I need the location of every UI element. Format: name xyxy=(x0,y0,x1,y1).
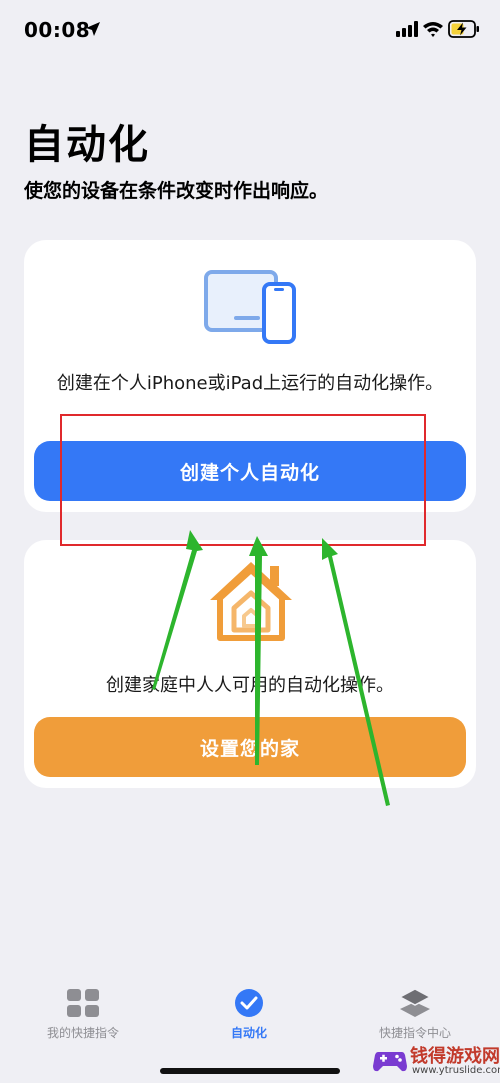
arrow-right xyxy=(322,538,390,806)
battery-charging-icon xyxy=(448,20,479,38)
location-arrow-icon xyxy=(86,22,100,36)
grid-icon xyxy=(67,989,99,1017)
mac-ipad-iphone-icon xyxy=(204,270,296,344)
watermark-url: www.ytruslide.com xyxy=(412,1065,500,1076)
page-title: 自动化 xyxy=(24,122,150,168)
tab-label: 自动化 xyxy=(230,1026,267,1040)
status-time: 00:08 xyxy=(24,18,91,42)
clock-check-icon xyxy=(235,989,263,1017)
tab-my-shortcuts[interactable]: 我的快捷指令 xyxy=(8,988,158,1041)
tab-automation[interactable]: 自动化 xyxy=(174,988,324,1041)
watermark: 钱得游戏网 www.ytruslide.com xyxy=(372,1040,500,1083)
personal-automation-description: 创建在个人iPhone或iPad上运行的自动化操作。 xyxy=(56,373,444,394)
wifi-icon xyxy=(423,22,443,37)
annotation-arrows xyxy=(152,530,390,806)
arrow-left xyxy=(152,530,203,690)
home-indicator xyxy=(160,1068,340,1074)
cellular-signal-icon xyxy=(396,21,418,37)
tab-label: 我的快捷指令 xyxy=(46,1026,119,1040)
tab-label: 快捷指令中心 xyxy=(378,1026,451,1040)
status-bar: 00:08 xyxy=(0,0,500,60)
gamepad-logo-icon xyxy=(373,1052,407,1072)
arrow-middle xyxy=(249,536,268,765)
page-subtitle: 使您的设备在条件改变时作出响应。 xyxy=(24,180,329,202)
tab-gallery[interactable]: 快捷指令中心 xyxy=(340,988,490,1041)
layers-icon xyxy=(399,988,431,1017)
